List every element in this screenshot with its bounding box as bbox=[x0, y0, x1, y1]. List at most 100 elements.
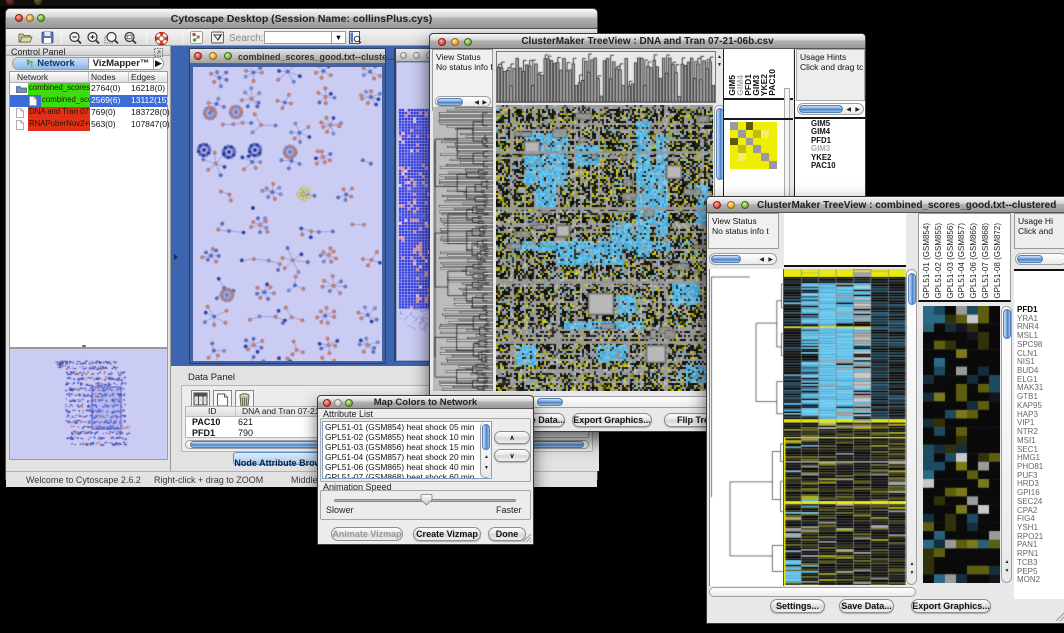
frame-zoom-button[interactable] bbox=[224, 52, 232, 60]
annotation-icon[interactable] bbox=[211, 31, 225, 44]
frame-minimize-button[interactable] bbox=[413, 52, 420, 59]
node-attribute-browser-tab[interactable]: Node Attribute Brows bbox=[233, 452, 328, 465]
tab-overflow-button[interactable]: ▶ bbox=[153, 58, 163, 69]
float-panel-icon[interactable] bbox=[154, 48, 163, 57]
attribute-listbox[interactable]: GPL51-01 (GSM854) heat shock 05 minGPL51… bbox=[322, 421, 492, 479]
close-button[interactable] bbox=[713, 201, 721, 209]
tv2-secondary-heatmap-canvas[interactable] bbox=[923, 306, 1000, 583]
frame-close-button[interactable] bbox=[194, 52, 202, 60]
tv1-column-dendrogram[interactable] bbox=[496, 51, 716, 103]
scroll-down-icon[interactable]: ▼ bbox=[484, 466, 489, 471]
tv2-column-label[interactable]: GPL51-01 (GSM854) bbox=[922, 223, 931, 299]
col-header-nodes[interactable]: Nodes bbox=[91, 72, 116, 82]
scroll-down-icon[interactable]: ▼ bbox=[910, 571, 915, 576]
scroll-left-icon[interactable]: ◀ bbox=[846, 107, 851, 113]
main-title-bar[interactable]: Cytoscape Desktop (Session Name: collins… bbox=[6, 9, 597, 29]
tv1-correlation-matrix[interactable] bbox=[730, 122, 777, 169]
treeview2-title-bar[interactable]: ClusterMaker TreeView : combined_scores_… bbox=[707, 197, 1064, 213]
vizmap-nodes-icon[interactable] bbox=[190, 31, 203, 44]
minimize-button[interactable] bbox=[727, 201, 735, 209]
zoom-selected-icon[interactable] bbox=[104, 31, 120, 45]
network-table-row[interactable]: combined_scores_2764(0)16218(0) bbox=[10, 83, 167, 95]
attribute-list-item[interactable]: GPL51-07 (GSM868) heat shock 60 min bbox=[325, 473, 474, 479]
network-table-row[interactable]: DNA and Tran 07769(0)183728(0) bbox=[10, 107, 167, 119]
open-folder-icon[interactable] bbox=[18, 31, 33, 44]
tv1-export-graphics-button[interactable]: Export Graphics... bbox=[572, 413, 652, 427]
tv2-column-label[interactable]: GPL51-04 (GSM857) bbox=[957, 223, 966, 299]
tv2-heatmap-vscrollbar[interactable]: ▲ ▼ bbox=[906, 269, 917, 585]
network-table-row[interactable]: RNAPuberNov2+N563(0)107847(0) bbox=[10, 119, 167, 131]
search-input[interactable] bbox=[264, 31, 332, 44]
data-col-id[interactable]: ID bbox=[208, 406, 217, 416]
create-vizmap-button[interactable]: Create Vizmap bbox=[413, 527, 481, 541]
zoom-button[interactable] bbox=[741, 201, 749, 209]
network-overview-canvas[interactable] bbox=[10, 349, 167, 459]
frame-minimize-button[interactable] bbox=[209, 52, 217, 60]
network-table-row[interactable]: combined_sco2569(6)13112(15) bbox=[10, 95, 167, 107]
map-dialog-title: Map Colors to Network bbox=[318, 397, 533, 408]
tv2-save-data-button[interactable]: Save Data... bbox=[839, 599, 894, 613]
tv2-export-graphics-button[interactable]: Export Graphics... bbox=[911, 599, 991, 613]
network-overview-panel bbox=[9, 348, 168, 460]
tv1-row-dendrogram[interactable] bbox=[433, 107, 493, 391]
scroll-right-icon[interactable]: ▶ bbox=[855, 107, 860, 113]
zoom-out-icon[interactable] bbox=[68, 31, 83, 45]
scroll-left-icon[interactable]: ◀ bbox=[474, 100, 479, 106]
tv2-secondary-vscrollbar[interactable]: ▲ ▼ bbox=[1001, 306, 1012, 583]
zoom-fit-icon[interactable] bbox=[123, 31, 138, 45]
scroll-up-icon[interactable]: ▲ bbox=[484, 455, 489, 460]
tv2-view-status-line1: View Status bbox=[712, 216, 757, 226]
scroll-down-icon[interactable]: ▼ bbox=[717, 63, 722, 68]
file-icon bbox=[29, 96, 37, 106]
animate-vizmap-button[interactable]: Animate Vizmap bbox=[331, 527, 403, 541]
resize-grip-icon[interactable] bbox=[1055, 611, 1064, 622]
tv2-gene-label[interactable]: MON2 bbox=[1017, 576, 1043, 585]
tv1-hints-scrollbar[interactable]: ◀ ▶ bbox=[797, 103, 864, 115]
tv2-gene-list: PFD1YRA1RNR4MSL1SPC98CLN1NIS1BUD4ELG1MAK… bbox=[1017, 306, 1043, 585]
zoom-in-icon[interactable] bbox=[86, 31, 101, 45]
scroll-left-icon[interactable]: ◀ bbox=[759, 257, 764, 263]
tv2-heatmap-canvas[interactable] bbox=[784, 269, 906, 585]
tv1-heatmap-canvas[interactable] bbox=[496, 105, 713, 391]
splitter-collapse-icon[interactable] bbox=[174, 254, 178, 260]
treeview1-title-bar[interactable]: ClusterMaker TreeView : DNA and Tran 07-… bbox=[430, 34, 865, 49]
tv2-row-dendrogram[interactable] bbox=[709, 269, 784, 586]
search-dropdown-button[interactable]: ▼ bbox=[332, 31, 346, 44]
col-header-edges[interactable]: Edges bbox=[131, 72, 155, 82]
map-dialog-title-bar[interactable]: Map Colors to Network bbox=[318, 396, 533, 409]
scroll-up-icon[interactable]: ▲ bbox=[910, 562, 915, 567]
tv1-column-label[interactable]: PAC10 bbox=[767, 69, 777, 96]
resize-grip-icon[interactable] bbox=[522, 533, 532, 543]
tv2-column-label[interactable]: GPL51-02 (GSM855) bbox=[934, 223, 943, 299]
tv2-column-label[interactable]: GPL51-08 (GSM872) bbox=[993, 223, 1002, 299]
tv2-column-label[interactable]: GPL51-06 (GSM865) bbox=[969, 223, 978, 299]
tv2-column-label[interactable]: GPL51-03 (GSM856) bbox=[946, 223, 955, 299]
done-button[interactable]: Done bbox=[488, 527, 526, 541]
save-icon[interactable] bbox=[41, 31, 54, 44]
tab-network[interactable]: Network bbox=[13, 58, 89, 69]
scroll-right-icon[interactable]: ▶ bbox=[482, 100, 487, 106]
tv1-gene-label[interactable]: PAC10 bbox=[811, 162, 836, 170]
scroll-up-icon[interactable]: ▲ bbox=[717, 55, 722, 60]
frame-close-button[interactable] bbox=[400, 52, 407, 59]
scroll-right-icon[interactable]: ▶ bbox=[768, 257, 773, 263]
scroll-up-icon[interactable]: ▲ bbox=[1005, 560, 1010, 565]
tab-vizmapper[interactable]: VizMapper™ bbox=[89, 58, 153, 69]
tv2-column-label[interactable]: GPL51-07 (GSM868) bbox=[981, 223, 990, 299]
help-lifering-icon[interactable] bbox=[154, 31, 169, 46]
matrix-cell bbox=[761, 130, 769, 138]
move-down-button[interactable]: ∨ bbox=[494, 449, 530, 462]
tv2-status-scrollbar[interactable]: ◀ ▶ bbox=[709, 253, 777, 265]
tv2-settings-button[interactable]: Settings... bbox=[770, 599, 825, 613]
attribute-list-vscrollbar[interactable]: ▲ ▼ bbox=[480, 422, 491, 478]
tv2-hints-scrollbar[interactable] bbox=[1015, 253, 1064, 265]
speed-slider-thumb[interactable] bbox=[420, 493, 433, 506]
search-settings-icon[interactable] bbox=[349, 31, 362, 44]
tv1-status-scrollbar[interactable]: ◀ ▶ bbox=[435, 96, 491, 107]
tv2-heatmap-hscrollbar[interactable] bbox=[709, 587, 916, 597]
col-header-network[interactable]: Network bbox=[17, 72, 48, 82]
move-up-button[interactable]: ∧ bbox=[494, 431, 530, 444]
network-canvas[interactable] bbox=[193, 67, 382, 361]
scroll-down-icon[interactable]: ▼ bbox=[1005, 569, 1010, 574]
network-view-window[interactable]: combined_scores_good.txt--cluste... bbox=[189, 48, 386, 364]
